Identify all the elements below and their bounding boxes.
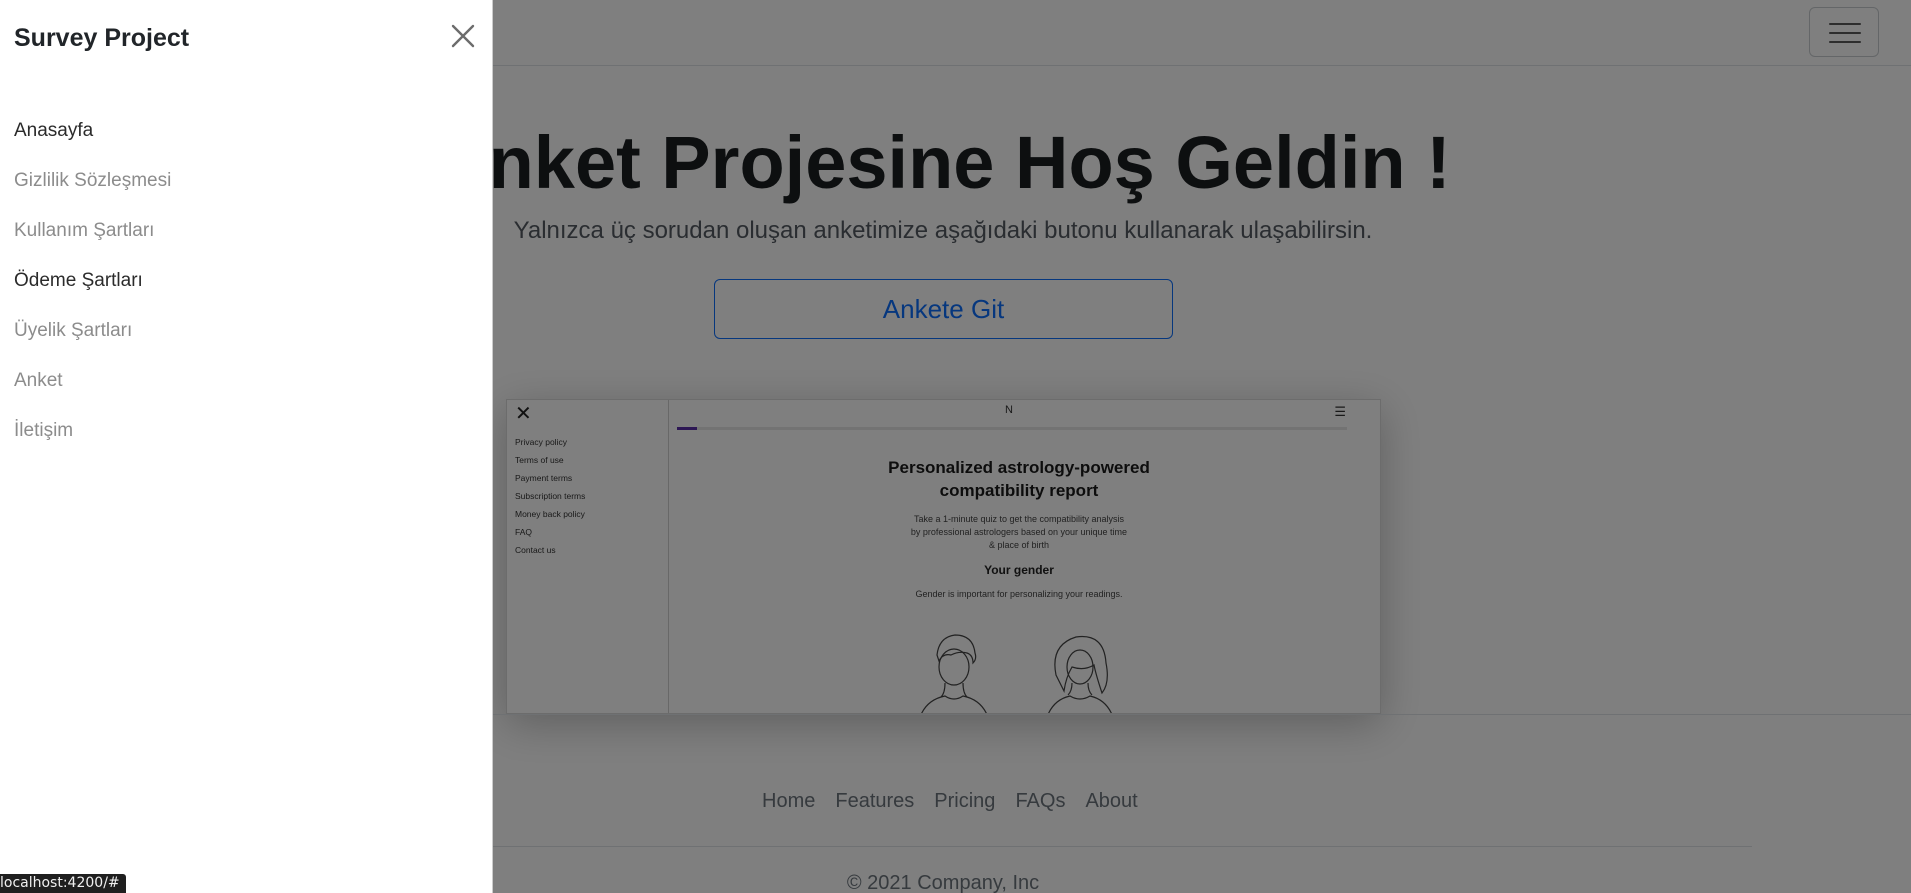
sidebar-item-gizlilik[interactable]: Gizlilik Sözleşmesi bbox=[14, 156, 171, 206]
sidebar-item-iletisim[interactable]: İletişim bbox=[14, 406, 171, 456]
sidebar-item-anket[interactable]: Anket bbox=[14, 356, 171, 406]
close-icon[interactable] bbox=[449, 22, 477, 50]
offcanvas-nav: Anasayfa Gizlilik Sözleşmesi Kullanım Şa… bbox=[14, 106, 171, 456]
sidebar-item-odeme[interactable]: Ödeme Şartları bbox=[14, 256, 171, 306]
sidebar-item-anasayfa[interactable]: Anasayfa bbox=[14, 106, 171, 156]
sidebar-item-kullanim[interactable]: Kullanım Şartları bbox=[14, 206, 171, 256]
offcanvas-sidebar: Survey Project Anasayfa Gizlilik Sözleşm… bbox=[0, 0, 493, 893]
offcanvas-title: Survey Project bbox=[14, 24, 190, 52]
sidebar-item-uyelik[interactable]: Üyelik Şartları bbox=[14, 306, 171, 356]
status-bar-url: localhost:4200/# bbox=[0, 874, 126, 893]
